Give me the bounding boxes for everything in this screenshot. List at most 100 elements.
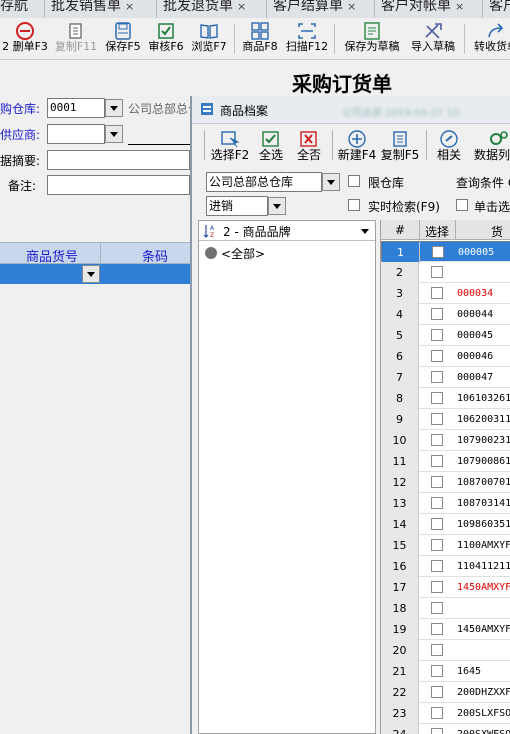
table-row[interactable]: 17 1450AMXYFC	[381, 577, 510, 598]
table-row[interactable]: 1 000005	[381, 241, 510, 263]
table-row[interactable]: 2	[381, 262, 510, 283]
row-checkbox[interactable]	[431, 665, 443, 677]
table-row[interactable]: 7 000047	[381, 367, 510, 388]
table-row[interactable]: 5 000045	[381, 325, 510, 346]
row-checkbox[interactable]	[431, 728, 443, 734]
table-row[interactable]: 13 108703141	[381, 493, 510, 514]
mode-select-arrow[interactable]	[268, 197, 286, 215]
table-row[interactable]: 6 000046	[381, 346, 510, 367]
table-row[interactable]: 10 107900231	[381, 430, 510, 451]
row-checkbox[interactable]	[431, 455, 443, 467]
table-row[interactable]	[0, 264, 190, 284]
related-button[interactable]: 相关	[432, 128, 466, 166]
row-checkbox[interactable]	[431, 560, 443, 572]
save-draft-button[interactable]: 保存为草稿	[340, 20, 404, 58]
table-row[interactable]: 8 106103261	[381, 388, 510, 409]
warehouse-select[interactable]: 公司总部总仓库	[206, 172, 322, 192]
row-checkbox[interactable]	[431, 287, 443, 299]
tab-customer[interactable]: 客户	[482, 0, 510, 18]
warehouse-select-arrow[interactable]	[322, 173, 340, 191]
row-checkbox[interactable]	[431, 434, 443, 446]
close-icon[interactable]: ×	[455, 0, 464, 13]
row-checkbox[interactable]	[431, 539, 443, 551]
table-row[interactable]: 9 106200311	[381, 409, 510, 430]
row-checkbox[interactable]	[431, 350, 443, 362]
table-row[interactable]: 16 110411211	[381, 556, 510, 577]
close-icon[interactable]: ×	[347, 0, 356, 13]
import-icon	[425, 23, 442, 39]
new-button[interactable]: 新建F4	[336, 128, 378, 166]
row-checkbox[interactable]	[431, 686, 443, 698]
table-row[interactable]: 24 200SXWFSO	[381, 724, 510, 734]
tab-wholesale-return[interactable]: 批发退货单 ×	[156, 0, 246, 18]
single-click-checkbox[interactable]	[456, 199, 468, 211]
table-row[interactable]: 20	[381, 640, 510, 661]
column-header-select[interactable]: 选择	[425, 223, 449, 240]
copy-button[interactable]: 复制F11	[52, 20, 100, 58]
close-icon[interactable]: ×	[125, 0, 134, 13]
row-checkbox[interactable]	[432, 246, 444, 258]
row-checkbox[interactable]	[431, 602, 443, 614]
column-settings-button[interactable]: 数据列设	[470, 128, 510, 166]
supplier-input[interactable]	[47, 124, 105, 144]
copy-product-button[interactable]: 复制F5	[380, 128, 420, 166]
table-row[interactable]: 22 200DHZXXFZ	[381, 682, 510, 703]
mode-select[interactable]: 进销	[206, 196, 268, 216]
table-row[interactable]: 15 1100AMXYFC	[381, 535, 510, 556]
product-button[interactable]: 商品F8	[238, 20, 282, 58]
row-number: 18	[381, 598, 419, 619]
tab-customer-statement[interactable]: 客户对帐单 ×	[374, 0, 464, 18]
row-checkbox[interactable]	[431, 518, 443, 530]
import-draft-button[interactable]: 导入草稿	[406, 20, 460, 58]
column-header-sku[interactable]: 商品货号	[26, 246, 78, 265]
limit-warehouse-checkbox[interactable]	[348, 175, 360, 187]
row-checkbox[interactable]	[431, 707, 443, 719]
select-all-button[interactable]: 全选	[254, 128, 288, 166]
note-input[interactable]	[47, 175, 190, 195]
table-row[interactable]: 18	[381, 598, 510, 619]
row-checkbox[interactable]	[431, 476, 443, 488]
table-row[interactable]: 14 109860351	[381, 514, 510, 535]
tab-nav[interactable]: 存航	[0, 0, 28, 18]
browse-button[interactable]: 浏览F7	[188, 20, 230, 58]
select-button[interactable]: 选择F2	[210, 128, 250, 166]
table-row[interactable]: 3 000034	[381, 283, 510, 304]
column-divider	[419, 220, 420, 240]
convert-receipt-button[interactable]: 转收货单	[468, 20, 510, 58]
row-checkbox[interactable]	[431, 329, 443, 341]
row-checkbox[interactable]	[431, 266, 443, 278]
table-row[interactable]: 23 200SLXFSO	[381, 703, 510, 724]
table-row[interactable]: 21 1645	[381, 661, 510, 682]
table-row[interactable]: 11 107900861	[381, 451, 510, 472]
deselect-all-button[interactable]: 全否	[292, 128, 326, 166]
supplier-dropdown-button[interactable]	[105, 125, 123, 143]
row-checkbox[interactable]	[431, 371, 443, 383]
table-row[interactable]: 12 108700701	[381, 472, 510, 493]
column-header-barcode[interactable]: 条码	[142, 246, 168, 265]
tree-category-select[interactable]: AZ 2 - 商品品牌	[199, 221, 375, 241]
row-checkbox[interactable]	[431, 497, 443, 509]
table-row[interactable]: 19 1450AMXYFC	[381, 619, 510, 640]
summary-input[interactable]	[47, 150, 190, 170]
tab-customer-settlement[interactable]: 客户结算单 ×	[266, 0, 356, 18]
close-icon[interactable]: ×	[237, 0, 246, 13]
toolbar-divider	[426, 130, 427, 160]
dialog-title-bar[interactable]: 商品档案 公司总部 2019-04-27 10:	[192, 96, 510, 124]
row-checkbox[interactable]	[431, 392, 443, 404]
row-checkbox[interactable]	[431, 623, 443, 635]
warehouse-code-input[interactable]: 0001	[47, 98, 105, 118]
row-checkbox[interactable]	[431, 308, 443, 320]
sku-dropdown-button[interactable]	[82, 265, 100, 283]
audit-button[interactable]: 审核F6	[146, 20, 186, 58]
row-checkbox[interactable]	[431, 644, 443, 656]
scan-button[interactable]: 扫描F12	[284, 20, 330, 58]
tab-wholesale-sales[interactable]: 批发销售单 ×	[44, 0, 134, 18]
row-checkbox[interactable]	[431, 413, 443, 425]
table-row[interactable]: 4 000044	[381, 304, 510, 325]
tree-item-all[interactable]: <全部>	[221, 245, 265, 262]
row-checkbox[interactable]	[431, 581, 443, 593]
warehouse-dropdown-button[interactable]	[105, 99, 123, 117]
delete-button[interactable]: 2 删单F3	[0, 20, 50, 58]
save-button[interactable]: 保存F5	[102, 20, 144, 58]
realtime-search-checkbox[interactable]	[348, 199, 360, 211]
